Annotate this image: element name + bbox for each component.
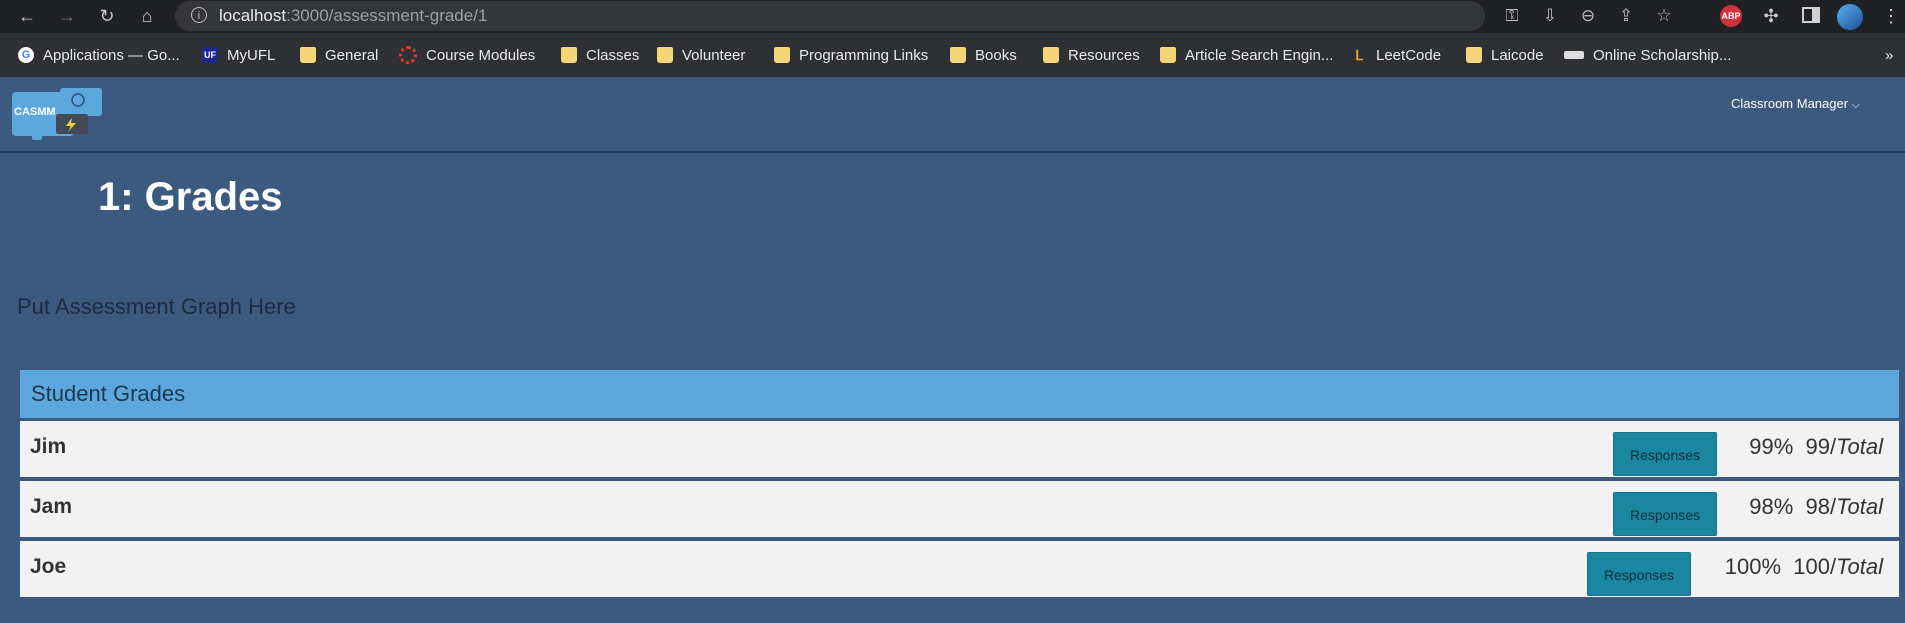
bookmark-label: Article Search Engin...	[1185, 46, 1334, 64]
assessment-graph-placeholder: Put Assessment Graph Here	[17, 294, 296, 319]
bookmark-label: Online Scholarship...	[1593, 46, 1732, 64]
home-icon[interactable]: ⌂	[134, 3, 160, 29]
bookmark-label: LeetCode	[1376, 46, 1442, 64]
grade-points: 100/	[1793, 554, 1837, 579]
canvas-icon	[399, 46, 417, 64]
bookmark-laicode[interactable]: Laicode	[1466, 43, 1544, 67]
folder-icon	[1160, 47, 1176, 63]
password-key-icon[interactable]: ⚿	[1501, 5, 1523, 27]
folder-icon	[561, 47, 577, 63]
bookmark-myufl[interactable]: UF MyUFL	[202, 43, 275, 67]
bookmark-resources[interactable]: Resources	[1043, 43, 1140, 67]
bookmark-classes[interactable]: Classes	[561, 43, 639, 67]
bookmark-general[interactable]: General	[300, 43, 378, 67]
bookmark-label: MyUFL	[227, 46, 276, 64]
folder-icon	[657, 47, 673, 63]
more-bookmarks-chevron-icon[interactable]: »	[1885, 43, 1893, 67]
grade-percent: 99%	[1749, 434, 1794, 459]
bookmark-article-search[interactable]: Article Search Engin...	[1160, 43, 1333, 67]
student-name: Joe	[30, 555, 67, 578]
app-header	[0, 77, 1905, 153]
uf-icon: UF	[202, 47, 218, 63]
folder-icon	[1043, 47, 1059, 63]
casmm-logo[interactable]: CASMM	[12, 88, 102, 142]
grade-score: 99% 99/Total	[1749, 434, 1883, 460]
grade-points: 99/	[1805, 434, 1837, 459]
folder-icon	[774, 47, 790, 63]
address-bar[interactable]: i localhost:3000/assessment-grade/1 ⚿ ⇩ …	[175, 1, 1672, 31]
bookmark-star-icon[interactable]: ☆	[1653, 5, 1675, 27]
grade-percent: 100%	[1724, 554, 1782, 579]
responses-button[interactable]: Responses	[1587, 552, 1691, 596]
bookmark-course-modules[interactable]: Course Modules	[399, 43, 535, 67]
grade-score: 98% 98/Total	[1749, 494, 1883, 520]
scholarship-icon	[1564, 51, 1584, 59]
bookmark-programming-links[interactable]: Programming Links	[774, 43, 928, 67]
forward-arrow-icon[interactable]: →	[54, 3, 80, 29]
grade-row: Jim Responses 99% 99/Total	[20, 421, 1899, 477]
student-grades-card: Student Grades Jim Responses 99% 99/Tota…	[20, 370, 1899, 600]
classroom-manager-label: Classroom Manager	[1731, 96, 1849, 111]
google-icon: G	[18, 47, 34, 63]
grade-row: Jam Responses 98% 98/Total	[20, 481, 1899, 537]
grade-total: Total	[1836, 434, 1883, 459]
bookmark-label: Applications — Go...	[43, 46, 180, 64]
bookmark-label: Volunteer	[682, 46, 746, 64]
share-icon[interactable]: ⇪	[1615, 5, 1637, 27]
folder-icon	[1466, 47, 1482, 63]
profile-avatar[interactable]	[1837, 4, 1863, 30]
responses-button[interactable]: Responses	[1613, 432, 1717, 476]
side-panel-icon[interactable]	[1798, 6, 1824, 32]
bookmark-applications[interactable]: G Applications — Go...	[18, 43, 180, 67]
student-grades-header: Student Grades	[20, 370, 1899, 418]
bookmarks-bar: G Applications — Go... UF MyUFL General …	[0, 33, 1905, 77]
reload-icon[interactable]: ↻	[94, 3, 120, 29]
bookmark-label: Laicode	[1491, 46, 1544, 64]
grade-row: Joe Responses 100% 100/Total	[20, 541, 1899, 597]
folder-icon	[300, 47, 316, 63]
grade-total: Total	[1836, 494, 1883, 519]
url-text[interactable]: localhost:3000/assessment-grade/1	[219, 6, 487, 26]
page-title: 1: Grades	[98, 175, 283, 219]
zoom-icon[interactable]: ⊖	[1577, 5, 1599, 27]
classroom-manager-menu[interactable]: Classroom Manager ⌵	[1731, 96, 1860, 112]
browser-toolbar: ← → ↻ ⌂ i localhost:3000/assessment-grad…	[0, 0, 1905, 33]
folder-icon	[950, 47, 966, 63]
bookmark-books[interactable]: Books	[950, 43, 1017, 67]
grade-points: 98/	[1805, 494, 1837, 519]
extensions-puzzle-icon[interactable]: ✣	[1758, 3, 1784, 29]
bookmark-label: Books	[975, 46, 1017, 64]
bookmark-label: Programming Links	[799, 46, 929, 64]
bookmark-label: Classes	[586, 46, 640, 64]
site-info-icon[interactable]: i	[191, 7, 207, 23]
chevron-down-icon: ⌵	[1851, 99, 1861, 111]
student-name: Jam	[30, 495, 73, 518]
logo-text: CASMM	[14, 106, 56, 118]
install-app-icon[interactable]: ⇩	[1539, 5, 1561, 27]
back-arrow-icon[interactable]: ←	[14, 3, 40, 29]
bookmark-volunteer[interactable]: Volunteer	[657, 43, 745, 67]
student-name: Jim	[30, 435, 67, 458]
grade-total: Total	[1836, 554, 1883, 579]
grade-percent: 98%	[1749, 494, 1794, 519]
adblock-icon[interactable]: ABP	[1720, 5, 1742, 27]
bookmark-leetcode[interactable]: ᒪ LeetCode	[1351, 43, 1441, 67]
bookmark-label: General	[325, 46, 379, 64]
bookmark-label: Resources	[1068, 46, 1140, 64]
leetcode-icon: ᒪ	[1355, 47, 1363, 63]
more-menu-icon[interactable]: ⋮	[1878, 3, 1904, 29]
bookmark-online-scholarship[interactable]: Online Scholarship...	[1564, 43, 1731, 67]
responses-button[interactable]: Responses	[1613, 492, 1717, 536]
grade-score: 100% 100/Total	[1725, 554, 1883, 580]
bookmark-label: Course Modules	[426, 46, 536, 64]
